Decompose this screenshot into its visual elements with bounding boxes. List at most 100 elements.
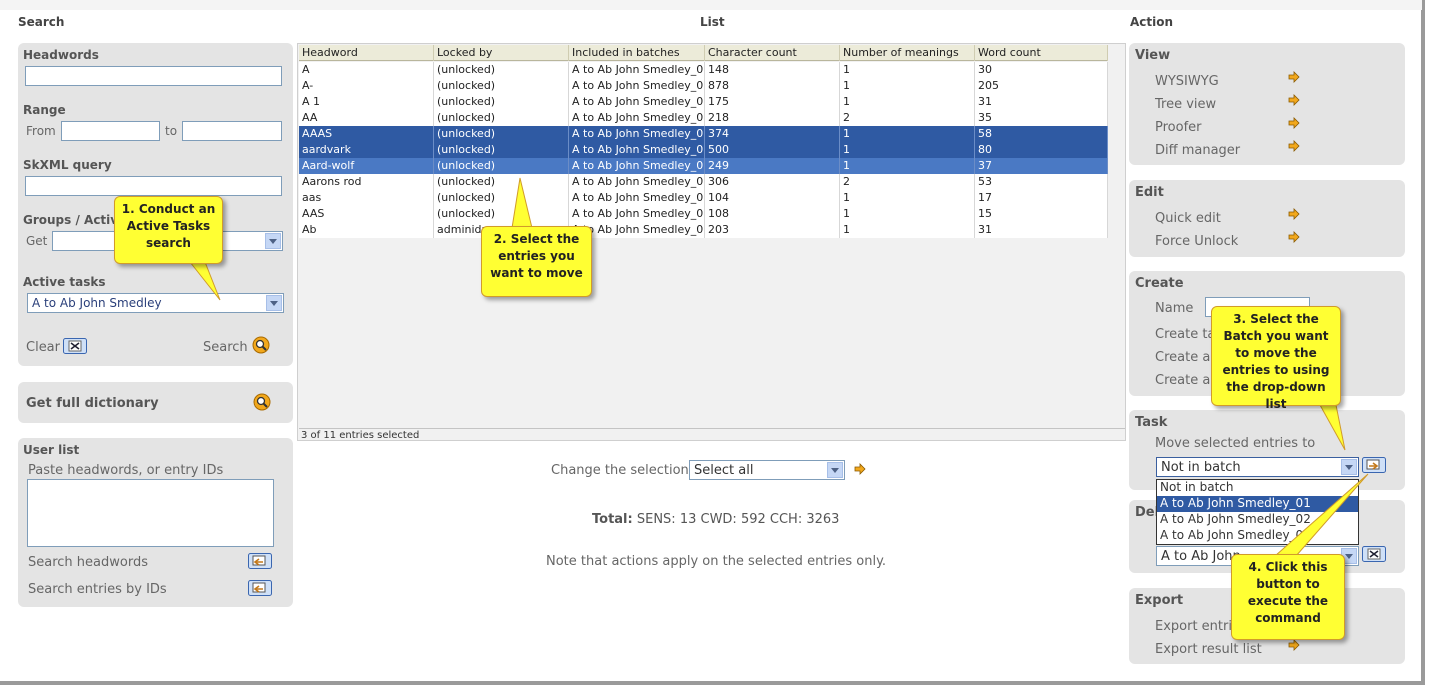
table-row[interactable]: A 1 (unlocked) A to Ab John Smedley_01 175 1… [299, 94, 1108, 110]
table-cell: A- [299, 78, 434, 94]
create-action-3[interactable]: Create a [1155, 373, 1210, 388]
export-entries-action[interactable]: Export entri [1155, 619, 1232, 634]
table-cell: 148 [705, 62, 840, 78]
table-cell: A to Ab John Smedley_01 [569, 110, 705, 126]
skxml-label: SkXML query [23, 158, 112, 172]
col-header-word-count[interactable]: Word count [975, 45, 1108, 61]
range-from-input[interactable] [61, 121, 160, 141]
table-row[interactable]: aardvark (unlocked) A to Ab John Smedley_0… [299, 142, 1108, 158]
tree-view-action[interactable]: Tree view [1155, 97, 1216, 112]
dropdown-option[interactable]: A to Ab John Smedley_03 [1157, 528, 1358, 544]
skxml-input[interactable] [25, 176, 282, 196]
force-unlock-action[interactable]: Force Unlock [1155, 234, 1238, 249]
range-to-input[interactable] [182, 121, 282, 141]
execute-move-icon[interactable] [1362, 457, 1386, 473]
search-icon[interactable] [253, 393, 271, 411]
table-cell: 37 [975, 158, 1108, 174]
create-action-2[interactable]: Create a [1155, 350, 1210, 365]
table-row[interactable]: AAAS (unlocked) A to Ab John Smedley_02 374… [299, 126, 1108, 142]
change-selection-select[interactable]: Select all [689, 460, 845, 480]
table-cell: A to Ab John Smedley_01 [569, 94, 705, 110]
quick-edit-action[interactable]: Quick edit [1155, 211, 1221, 226]
table-cell: 1 [840, 206, 975, 222]
delete-icon[interactable] [1362, 546, 1386, 562]
top-strip [0, 0, 1422, 10]
create-title: Create [1135, 276, 1184, 291]
search-headwords-label: Search headwords [28, 555, 148, 570]
move-batch-select[interactable]: Not in batch [1156, 457, 1359, 477]
table-cell: A to Ab John Smedley_01 [569, 62, 705, 78]
table-cell: (unlocked) [434, 78, 569, 94]
go-arrow-icon[interactable] [1288, 231, 1300, 243]
proofer-action[interactable]: Proofer [1155, 120, 1202, 135]
dropdown-option-highlighted[interactable]: A to Ab John Smedley_01 [1157, 496, 1358, 512]
table-cell: 1 [840, 190, 975, 206]
edit-title: Edit [1135, 185, 1164, 200]
go-arrow-icon[interactable] [1288, 94, 1300, 106]
create-task-action[interactable]: Create ta [1155, 327, 1215, 342]
table-cell: aas [299, 190, 434, 206]
go-arrow-icon[interactable] [1288, 71, 1300, 83]
wysiwyg-action[interactable]: WYSIWYG [1155, 74, 1219, 89]
table-cell: 249 [705, 158, 840, 174]
table-row[interactable]: AA (unlocked) A to Ab John Smedley_01 218 2 3… [299, 110, 1108, 126]
go-arrow-icon[interactable] [1288, 140, 1300, 152]
clear-icon[interactable] [63, 338, 87, 354]
table-row[interactable]: Aarons rod (unlocked) A to Ab John Smedley… [299, 174, 1108, 190]
table-cell: 175 [705, 94, 840, 110]
go-arrow-icon[interactable] [1288, 639, 1300, 651]
col-header-char-count[interactable]: Character count [705, 45, 840, 61]
chevron-down-icon [265, 233, 281, 249]
dropdown-option[interactable]: Not in batch [1157, 480, 1358, 496]
user-list-textarea[interactable] [27, 479, 274, 547]
diff-manager-action[interactable]: Diff manager [1155, 143, 1240, 158]
table-cell: 203 [705, 222, 840, 238]
action-column-title: Action [1130, 15, 1174, 29]
table-row[interactable]: A (unlocked) A to Ab John Smedley_01 148 1 30 [299, 62, 1108, 78]
table-cell: 500 [705, 142, 840, 158]
search-label: Search [203, 340, 248, 355]
search-ids-icon[interactable] [248, 580, 272, 596]
table-row[interactable]: aas (unlocked) A to Ab John Smedley_03 104 1… [299, 190, 1108, 206]
chevron-down-icon [827, 462, 843, 478]
table-cell: (unlocked) [434, 126, 569, 142]
col-header-meanings[interactable]: Number of meanings [840, 45, 975, 61]
go-arrow-icon[interactable] [1288, 117, 1300, 129]
headwords-input[interactable] [25, 66, 282, 86]
move-entries-label: Move selected entries to [1155, 436, 1316, 451]
selection-status: 3 of 11 entries selected [299, 428, 1125, 442]
table-cell: A to Ab John Smedley_02 [569, 126, 705, 142]
export-result-list-action[interactable]: Export result list [1155, 642, 1262, 657]
move-batch-dropdown[interactable]: Not in batch A to Ab John Smedley_01 A t… [1156, 479, 1359, 545]
table-row[interactable]: Ab adminidm A to Ab John Smedley_03 203 1 31 [299, 222, 1108, 238]
dropdown-option[interactable]: A to Ab John Smedley_02 [1157, 512, 1358, 528]
total-label: Total: [592, 512, 633, 527]
table-cell: AA [299, 110, 434, 126]
table-cell: Aarons rod [299, 174, 434, 190]
table-row[interactable]: AAS (unlocked) A to Ab John Smedley_03 108 1… [299, 206, 1108, 222]
clear-label: Clear [26, 340, 60, 355]
table-cell: 1 [840, 158, 975, 174]
active-tasks-select[interactable]: A to Ab John Smedley [27, 293, 284, 313]
go-arrow-icon[interactable] [1288, 208, 1300, 220]
table-row[interactable]: Aard-wolf (unlocked) A to Ab John Smedley_… [299, 158, 1108, 174]
col-header-batches[interactable]: Included in batches [569, 45, 705, 61]
table-cell: 80 [975, 142, 1108, 158]
task-title: Task [1135, 415, 1168, 430]
table-cell: A to Ab John Smedley_03 [569, 190, 705, 206]
go-arrow-icon[interactable] [854, 463, 866, 475]
search-icon[interactable] [252, 336, 270, 354]
export-title: Export [1135, 593, 1184, 608]
change-selection-value: Select all [694, 463, 754, 478]
table-cell: 218 [705, 110, 840, 126]
search-headwords-icon[interactable] [248, 553, 272, 569]
totals-line: Total: SENS: 13 CWD: 592 CCH: 3263 [592, 512, 839, 527]
table-row[interactable]: A- (unlocked) A to Ab John Smedley_01 878 1 2… [299, 78, 1108, 94]
col-header-headword[interactable]: Headword [299, 45, 434, 61]
col-header-locked-by[interactable]: Locked by [434, 45, 569, 61]
table-cell: (unlocked) [434, 174, 569, 190]
range-label: Range [23, 103, 66, 117]
view-title: View [1135, 48, 1171, 63]
callout-step-2: 2. Select the entries you want to move [481, 226, 592, 297]
callout-step-4: 4. Click this button to execute the comm… [1231, 554, 1345, 640]
